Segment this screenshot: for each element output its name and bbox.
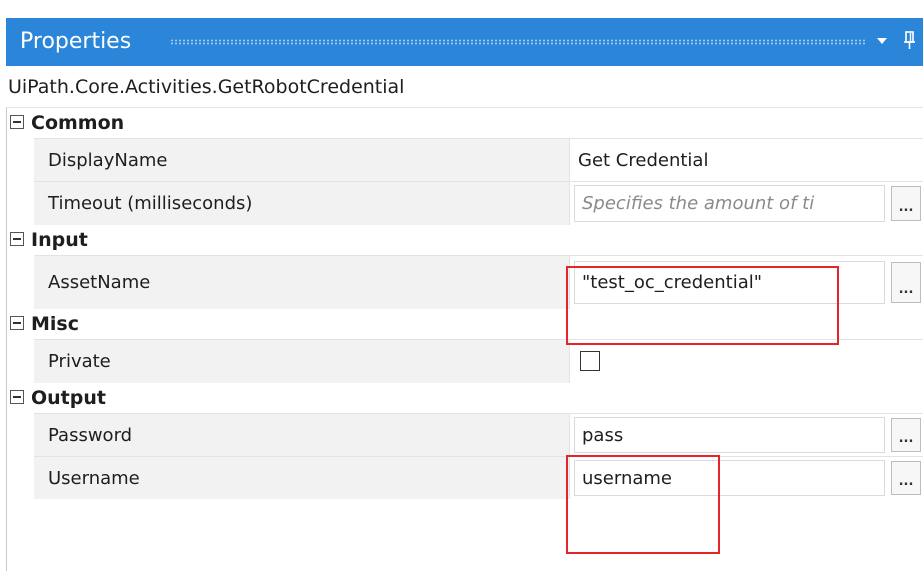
category-common[interactable]: Common bbox=[7, 108, 923, 138]
property-name: Password bbox=[48, 424, 133, 446]
property-value-cell: username ... bbox=[570, 456, 923, 499]
property-name: Private bbox=[48, 351, 111, 372]
property-row-private: Private bbox=[34, 339, 923, 383]
username-input[interactable]: username bbox=[574, 460, 885, 496]
collapse-box-icon[interactable] bbox=[10, 115, 24, 129]
property-value-cell: pass ... bbox=[570, 413, 923, 456]
dropdown-arrow-icon[interactable] bbox=[877, 38, 887, 44]
category-label: Output bbox=[31, 387, 106, 409]
title-grip bbox=[170, 39, 866, 45]
displayname-value[interactable]: Get Credential bbox=[578, 139, 708, 181]
category-input[interactable]: Input bbox=[7, 225, 923, 255]
property-name-cell: Username bbox=[34, 456, 570, 499]
grid-left-border bbox=[6, 108, 7, 571]
property-name-cell: AssetName bbox=[34, 255, 570, 309]
category-label: Misc bbox=[31, 313, 79, 335]
properties-panel: Properties UiPath.Core.Activities.GetRob… bbox=[6, 18, 923, 571]
property-row-displayname: DisplayName Get Credential bbox=[34, 138, 923, 181]
property-value-cell[interactable]: Get Credential bbox=[570, 138, 923, 181]
collapse-box-icon[interactable] bbox=[10, 232, 24, 246]
category-label: Input bbox=[31, 229, 88, 251]
pin-icon[interactable] bbox=[902, 30, 918, 52]
timeout-input[interactable]: Specifies the amount of ti bbox=[574, 185, 885, 222]
property-name: Timeout (milliseconds) bbox=[48, 193, 253, 214]
property-row-timeout: Timeout (milliseconds) Specifies the amo… bbox=[34, 181, 923, 225]
password-ellipsis-button[interactable]: ... bbox=[891, 418, 921, 452]
property-row-username: Username username ... bbox=[34, 456, 923, 499]
property-row-assetname: AssetName "test_oc_credential" ... bbox=[34, 255, 923, 309]
property-name-cell: Timeout (milliseconds) bbox=[34, 181, 570, 225]
property-name-cell: Private bbox=[34, 339, 570, 383]
assetname-ellipsis-button[interactable]: ... bbox=[891, 262, 921, 303]
property-value-cell: Specifies the amount of ti ... bbox=[570, 181, 923, 225]
assetname-input[interactable]: "test_oc_credential" bbox=[574, 261, 885, 304]
collapse-box-icon[interactable] bbox=[10, 316, 24, 330]
property-value-cell bbox=[570, 339, 923, 383]
property-name: AssetName bbox=[48, 272, 151, 293]
property-name-cell: DisplayName bbox=[34, 138, 570, 181]
property-name: DisplayName bbox=[48, 149, 168, 171]
top-strip bbox=[0, 0, 923, 18]
collapse-box-icon[interactable] bbox=[10, 390, 24, 404]
activity-type-name: UiPath.Core.Activities.GetRobotCredentia… bbox=[6, 66, 923, 108]
password-input[interactable]: pass bbox=[574, 417, 885, 453]
category-output[interactable]: Output bbox=[7, 383, 923, 413]
property-value-cell: "test_oc_credential" ... bbox=[570, 255, 923, 309]
private-checkbox[interactable] bbox=[580, 351, 600, 371]
panel-title: Properties bbox=[20, 29, 132, 54]
panel-title-bar[interactable]: Properties bbox=[6, 18, 923, 66]
category-misc[interactable]: Misc bbox=[7, 309, 923, 339]
username-ellipsis-button[interactable]: ... bbox=[891, 461, 921, 495]
property-row-password: Password pass ... bbox=[34, 413, 923, 456]
property-grid: Common DisplayName Get Credential Timeou… bbox=[6, 108, 923, 571]
timeout-ellipsis-button[interactable]: ... bbox=[891, 186, 921, 221]
property-name-cell: Password bbox=[34, 413, 570, 456]
property-name: Username bbox=[48, 467, 140, 489]
category-label: Common bbox=[31, 112, 125, 134]
